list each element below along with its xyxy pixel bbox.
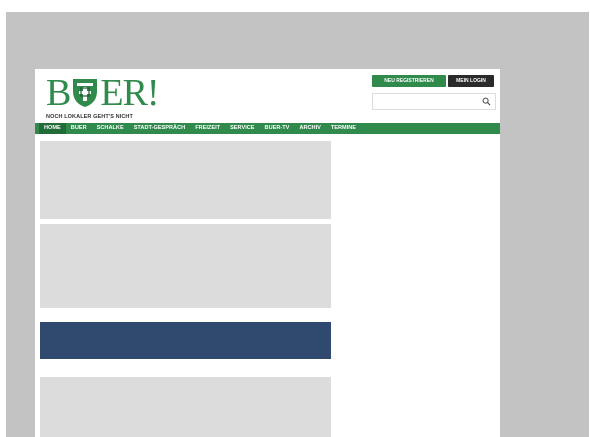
nav-item-freizeit[interactable]: FREIZEIT <box>190 123 225 134</box>
site-page: B ER! NOCH LOKALER GEHT'S NICHT NEU REGI… <box>35 69 500 437</box>
nav-item-archiv[interactable]: ARCHIV <box>294 123 325 134</box>
nav-item-buer[interactable]: BUER <box>66 123 92 134</box>
logo-tagline: NOCH LOKALER GEHT'S NICHT <box>46 114 133 120</box>
login-button[interactable]: MEIN LOGIN <box>448 75 494 87</box>
nav-item-service[interactable]: SERVICE <box>225 123 259 134</box>
logo-letter-b: B <box>46 72 71 114</box>
logo-letters-er: ER! <box>100 72 159 114</box>
banner-placeholder <box>40 322 331 359</box>
nav-item-stadt-gespraech[interactable]: STADT-GESPRÄCH <box>129 123 191 134</box>
search-icon[interactable] <box>482 97 491 106</box>
content-placeholder-2 <box>40 224 331 308</box>
coat-of-arms-icon <box>73 79 98 107</box>
main-nav: HOME BUER SCHALKE STADT-GESPRÄCH FREIZEI… <box>35 123 500 134</box>
logo-wordmark: B ER! <box>46 74 166 112</box>
nav-item-home[interactable]: HOME <box>39 123 66 134</box>
nav-item-termine[interactable]: TERMINE <box>326 123 361 134</box>
register-button[interactable]: NEU REGISTRIEREN <box>372 75 446 87</box>
nav-item-schalke[interactable]: SCHALKE <box>92 123 129 134</box>
content-placeholder-3 <box>40 377 331 437</box>
content-placeholder-1 <box>40 141 331 219</box>
search-input[interactable] <box>372 93 496 110</box>
nav-item-buer-tv[interactable]: BUER-TV <box>260 123 295 134</box>
